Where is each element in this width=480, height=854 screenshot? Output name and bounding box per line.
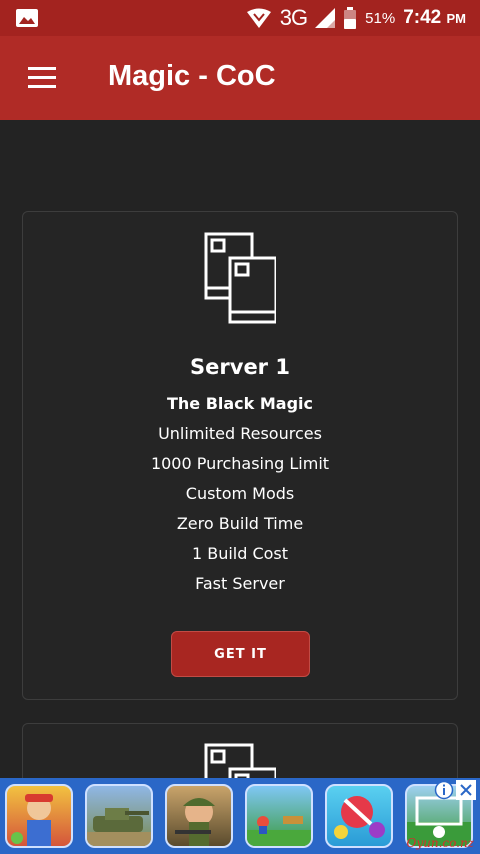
- feature-item: The Black Magic: [166, 394, 314, 413]
- app-title: Magic - CoC: [108, 60, 276, 92]
- gallery-icon: [16, 9, 38, 27]
- platformer-game-icon[interactable]: [245, 784, 313, 848]
- status-bar: 3G 51% 7:42 PM: [0, 0, 480, 36]
- network-type: 3G: [279, 5, 308, 30]
- ad-banner[interactable]: Oyun.co.nz: [0, 778, 480, 854]
- feature-item: Fast Server: [195, 574, 285, 593]
- clock-time: 7:42: [403, 7, 442, 28]
- signal-icon: [315, 8, 336, 28]
- feature-item: Unlimited Resources: [158, 424, 322, 443]
- feature-item: Zero Build Time: [176, 514, 304, 533]
- tank-game-icon[interactable]: [85, 784, 153, 848]
- feature-item: 1 Build Cost: [191, 544, 289, 563]
- subway-surfers-icon[interactable]: [5, 784, 73, 848]
- candy-game-icon[interactable]: [325, 784, 393, 848]
- app-bar: Magic - CoC: [0, 36, 480, 120]
- server-card: Server 1 The Black Magic Unlimited Resou…: [22, 211, 458, 700]
- card-title: Server 1: [190, 355, 290, 379]
- battery-percent: 51%: [365, 9, 396, 27]
- feature-item: Custom Mods: [185, 484, 295, 503]
- battery-icon: [344, 7, 357, 29]
- ad-watermark: Oyun.co.nz: [406, 836, 475, 850]
- get-it-button[interactable]: GET IT: [171, 631, 310, 677]
- clock: 7:42 PM: [403, 7, 466, 29]
- server-documents-icon: [204, 232, 276, 324]
- clock-suffix: PM: [446, 11, 467, 26]
- soldier-game-icon[interactable]: [165, 784, 233, 848]
- hamburger-menu-icon[interactable]: [28, 67, 56, 89]
- ad-close-icon[interactable]: [456, 780, 476, 800]
- ad-info-icon[interactable]: [434, 780, 454, 800]
- status-icons: 3G 51% 7:42 PM: [246, 0, 466, 36]
- vpn-icon: [246, 8, 271, 28]
- feature-item: 1000 Purchasing Limit: [150, 454, 330, 473]
- feature-list: The Black Magic Unlimited Resources 1000…: [23, 394, 457, 604]
